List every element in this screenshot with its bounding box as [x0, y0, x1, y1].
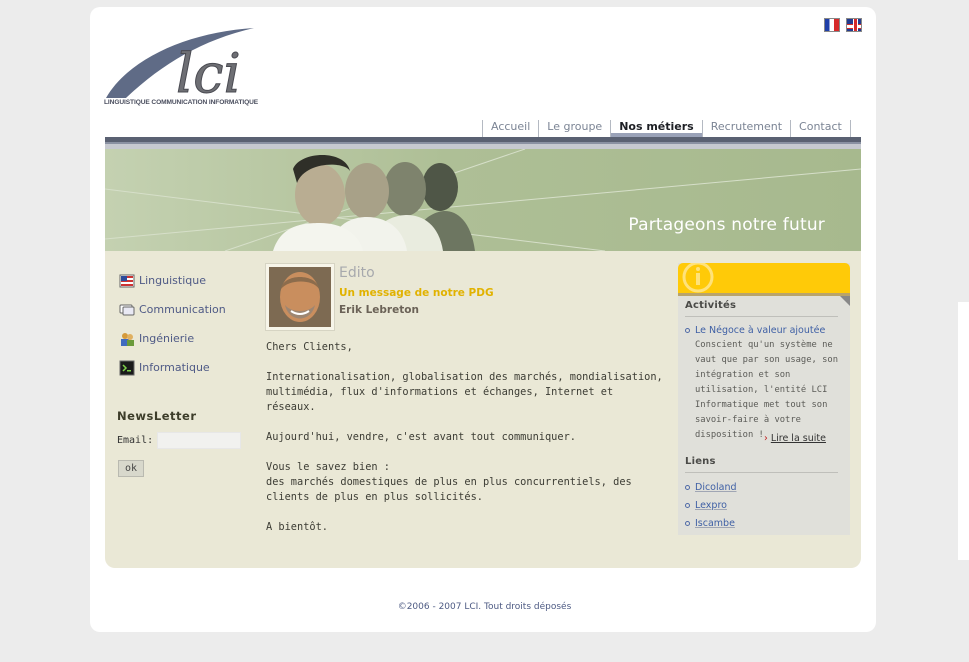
read-more-label: Lire la suite: [770, 433, 826, 444]
link-iscambe[interactable]: Iscambe: [695, 518, 735, 529]
letter-paragraph: Vous le savez bien : des marchés domesti…: [266, 461, 632, 503]
language-switcher: [824, 18, 862, 32]
liens-heading: Liens: [685, 456, 716, 467]
lci-logo[interactable]: lci: [104, 26, 264, 110]
sidebar-item-linguistique[interactable]: Linguistique: [119, 266, 226, 295]
page-edge-strip: [958, 302, 969, 560]
sidebar-item-informatique[interactable]: Informatique: [119, 353, 226, 382]
logo-subtitle: LINGUISTIQUE COMMUNICATION INFORMATIQUE: [104, 99, 259, 106]
newsletter-title: NewsLetter: [117, 409, 197, 423]
people-icon: [121, 332, 134, 346]
edito-letter: Chers Clients, Internationalisation, glo…: [266, 340, 666, 550]
panel-header-bar: [678, 263, 850, 293]
edito-subtitle: Un message de notre PDG: [339, 287, 494, 299]
nav-accueil[interactable]: Accueil: [482, 120, 538, 138]
bullet-icon: [685, 503, 690, 508]
activites-description: Conscient qu'un système ne vaut que par …: [695, 340, 838, 440]
nav-le-groupe[interactable]: Le groupe: [538, 120, 610, 138]
letter-paragraph: Internationalisation, globalisation des …: [266, 371, 663, 413]
flag-doc-icon: [119, 274, 135, 287]
main-nav: Accueil Le groupe Nos métiers Recrutemen…: [482, 120, 851, 138]
bullet-icon: [685, 521, 690, 526]
banner-people-image: [105, 149, 861, 251]
edito-author: Erik Lebreton: [339, 304, 419, 316]
ok-button[interactable]: ok: [118, 460, 144, 477]
letter-paragraph: Aujourd'hui, vendre, c'est avant tout co…: [266, 431, 576, 443]
panel-header-strip: [678, 293, 850, 296]
negoce-link[interactable]: Le Négoce à valeur ajoutée: [695, 325, 825, 336]
heading-divider: [685, 472, 838, 473]
english-flag-icon[interactable]: [846, 18, 862, 32]
letter-paragraph: A bientôt.: [266, 521, 328, 533]
svg-text:lci: lci: [176, 42, 241, 105]
footer-copyright: ©2006 - 2007 LCI. Tout droits déposés: [397, 602, 572, 612]
sidebar-item-label: Ingénierie: [139, 332, 195, 345]
sidebar-item-label: Linguistique: [139, 274, 206, 287]
email-label: Email:: [117, 435, 154, 446]
ceo-portrait-image: [269, 267, 331, 327]
ceo-photo: [265, 263, 335, 331]
arrow-right-icon: ›: [764, 433, 768, 444]
sidebar-item-communication[interactable]: Communication: [119, 295, 226, 324]
read-more-link[interactable]: › Lire la suite: [764, 433, 826, 444]
link-dicoland[interactable]: Dicoland: [695, 482, 737, 493]
sidebar-item-label: Communication: [139, 303, 226, 316]
nav-recrutement[interactable]: Recrutement: [701, 120, 790, 138]
terminal-icon: [119, 360, 135, 375]
nav-nos-metiers[interactable]: Nos métiers: [610, 120, 702, 138]
sidebar-item-label: Informatique: [139, 361, 210, 374]
nav-bar-divider: [105, 137, 861, 149]
activities-panel: Activités Le Négoce à valeur ajoutée Con…: [678, 263, 850, 535]
banner-tagline: Partageons notre futur: [628, 215, 825, 235]
sidebar-item-ingenierie[interactable]: Ingénierie: [119, 324, 226, 353]
hero-banner: Partageons notre futur: [105, 149, 861, 251]
heading-divider: [685, 316, 838, 317]
bullet-icon: [685, 485, 690, 490]
link-lexpro[interactable]: Lexpro: [695, 500, 727, 511]
speech-bubble-icon: [119, 304, 135, 315]
french-flag-icon[interactable]: [824, 18, 840, 32]
activites-heading: Activités: [685, 300, 737, 311]
sidebar-menu: Linguistique Communication Ingénierie In…: [119, 266, 226, 382]
info-icon: [682, 263, 714, 293]
panel-corner-fold: [840, 296, 850, 306]
bullet-icon: [685, 328, 690, 333]
letter-paragraph: Chers Clients,: [266, 341, 353, 353]
nav-contact[interactable]: Contact: [790, 120, 851, 138]
edito-title: Edito: [339, 265, 375, 281]
email-field[interactable]: [157, 432, 241, 449]
